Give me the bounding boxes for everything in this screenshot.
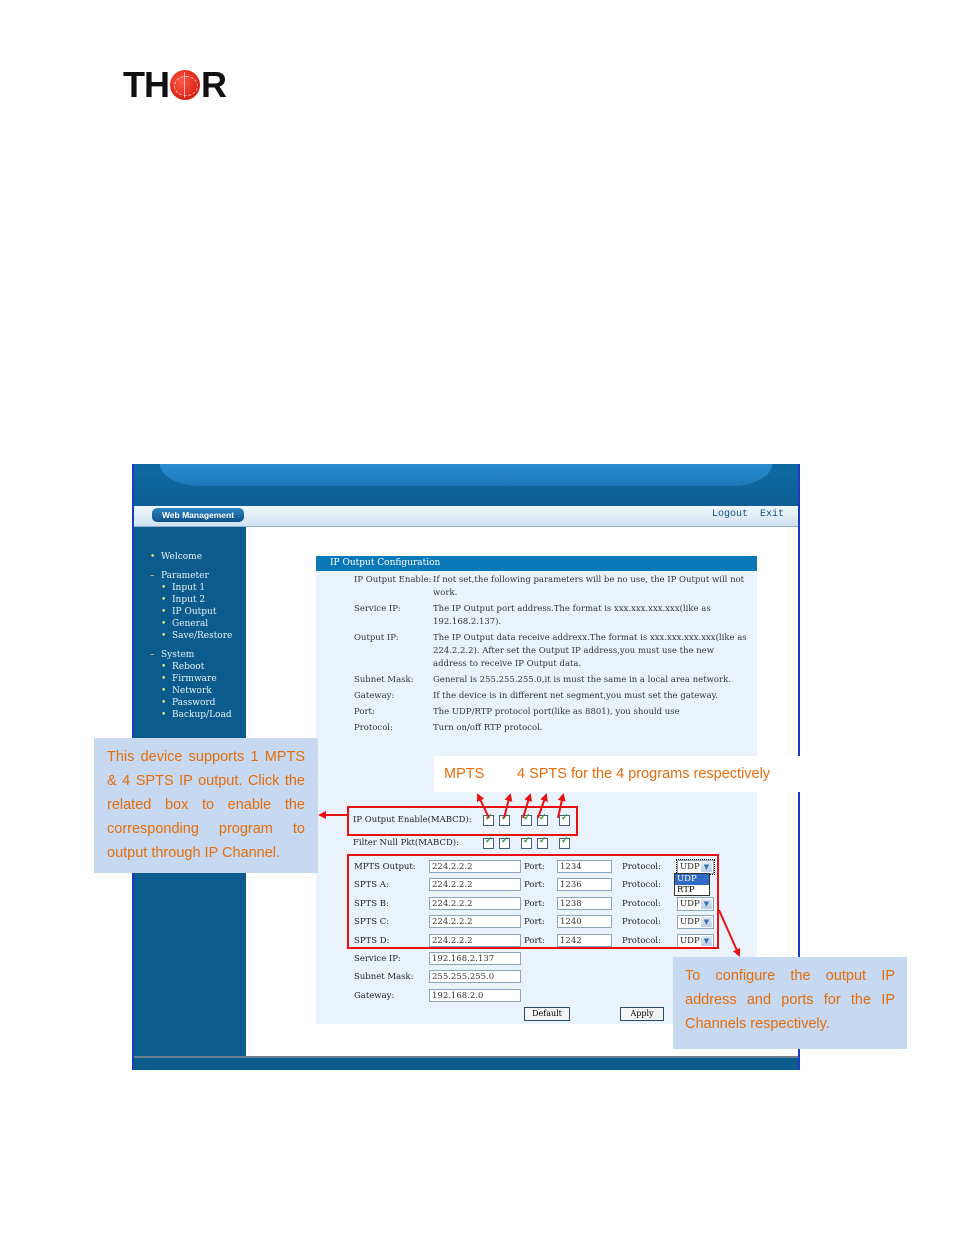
bullet-icon: • xyxy=(161,619,167,629)
bullet-icon: • xyxy=(161,698,167,708)
sidebar-item-welcome[interactable]: • Welcome xyxy=(150,551,232,563)
service-ip-input[interactable]: 192.168.2.137 xyxy=(429,952,521,965)
checkbox-filter-spts-c[interactable] xyxy=(537,836,548,849)
bullet-icon: • xyxy=(161,607,167,617)
help-label: Service IP: xyxy=(354,604,401,614)
enable-checkboxes-highlight xyxy=(347,806,578,836)
logo-text-r: R xyxy=(201,64,227,105)
collapse-icon: – xyxy=(150,650,155,660)
sidebar-item-ip-output[interactable]: • IP Output xyxy=(150,606,232,618)
sidebar-menu: • Welcome – Parameter • Input 1 • Input 2 • IP Ou… xyxy=(150,551,232,721)
sidebar-item-backup-load[interactable]: • Backup/Load xyxy=(150,709,232,721)
bullet-icon: • xyxy=(161,631,167,641)
sidebar-item-label: Backup/Load xyxy=(172,710,232,720)
help-label: Output IP: xyxy=(354,633,399,643)
gateway-input[interactable]: 192.168.2.0 xyxy=(429,989,521,1002)
filter-null-pkt-label: Filter Null Pkt(MABCD): xyxy=(353,838,459,848)
sidebar-item-save-restore[interactable]: • Save/Restore xyxy=(150,630,232,642)
sidebar-item-label: General xyxy=(172,619,209,629)
bullet-icon: • xyxy=(161,686,167,696)
sidebar-item-label: Parameter xyxy=(161,571,209,581)
help-description: The IP Output port address.The format is… xyxy=(433,604,711,627)
checkbox-filter-spts-b[interactable] xyxy=(521,836,532,849)
help-description: If the device is in different net segmen… xyxy=(433,691,718,701)
sidebar-item-label: Network xyxy=(172,686,212,696)
spts-callout: 4 SPTS for the 4 programs respectively xyxy=(509,756,807,792)
outputs-highlight xyxy=(347,854,719,949)
bullet-icon: • xyxy=(161,662,167,672)
collapse-icon: – xyxy=(150,571,155,581)
default-button[interactable]: Default xyxy=(524,1007,570,1021)
help-description: If not set,the following parameters will… xyxy=(433,575,745,598)
bullet-icon: • xyxy=(161,674,167,684)
gateway-row: Gateway: 192.168.2.0 xyxy=(354,988,521,1003)
help-row: Port: The UDP/RTP protocol port(like as 8… xyxy=(354,706,750,719)
top-nav-bar: Web Management Logout Exit xyxy=(134,506,798,527)
apply-button[interactable]: Apply xyxy=(620,1007,664,1021)
sidebar-item-input-2[interactable]: • Input 2 xyxy=(150,594,232,606)
sidebar-item-label: IP Output xyxy=(172,607,217,617)
service-ip-row: Service IP: 192.168.2.137 xyxy=(354,951,521,966)
enable-explanation-note: This device supports 1 MPTS & 4 SPTS IP … xyxy=(94,738,318,873)
help-row: Output IP: The IP Output data receive add… xyxy=(354,632,750,671)
help-label: Subnet Mask: xyxy=(354,675,414,685)
globe-icon xyxy=(170,70,200,100)
sidebar-item-label: Input 2 xyxy=(172,595,206,605)
sidebar-item-firmware[interactable]: • Firmware xyxy=(150,673,232,685)
help-row: IP Output Enable: If not set,the followin… xyxy=(354,574,750,600)
panel-title: IP Output Configuration xyxy=(316,556,757,571)
exit-link[interactable]: Exit xyxy=(760,509,784,520)
help-description: The IP Output data receive addrexx.The f… xyxy=(433,633,747,669)
service-ip-label: Service IP: xyxy=(354,953,401,964)
help-label: IP Output Enable: xyxy=(354,575,432,585)
bullet-icon: • xyxy=(150,552,156,562)
sidebar-item-reboot[interactable]: • Reboot xyxy=(150,661,232,673)
gateway-label: Gateway: xyxy=(354,990,395,1001)
checkbox-filter-spts-d[interactable] xyxy=(559,836,570,849)
checkbox-filter-spts-a[interactable] xyxy=(499,836,510,849)
help-row: Protocol: Turn on/off RTP protocol. xyxy=(354,722,750,735)
help-label: Port: xyxy=(354,707,375,717)
help-row: Subnet Mask: General is 255.255.255.0,it … xyxy=(354,674,750,687)
sidebar-item-system[interactable]: – System xyxy=(150,649,232,661)
mpts-callout: MPTS xyxy=(434,756,514,792)
sidebar-item-label: System xyxy=(161,650,195,660)
help-description: General is 255.255.255.0,it is must the … xyxy=(433,675,731,685)
sidebar-item-label: Save/Restore xyxy=(172,631,233,641)
sidebar-item-label: Password xyxy=(172,698,216,708)
bullet-icon: • xyxy=(161,710,167,720)
header-banner xyxy=(134,464,798,506)
filter-null-pkt-row: Filter Null Pkt(MABCD): xyxy=(353,833,575,853)
sidebar-item-input-1[interactable]: • Input 1 xyxy=(150,582,232,594)
footer-bar xyxy=(134,1056,798,1070)
logo-text-th: TH xyxy=(123,64,170,105)
subnet-mask-label: Subnet Mask: xyxy=(354,971,414,982)
help-label: Gateway: xyxy=(354,691,395,701)
help-text: IP Output Enable: If not set,the followin… xyxy=(354,574,750,738)
help-label: Protocol: xyxy=(354,723,393,733)
sidebar-item-label: Welcome xyxy=(161,552,203,562)
banner-arc xyxy=(160,464,772,486)
sidebar-item-network[interactable]: • Network xyxy=(150,685,232,697)
bullet-icon: • xyxy=(161,583,167,593)
bullet-icon: • xyxy=(161,595,167,605)
sidebar-item-label: Firmware xyxy=(172,674,217,684)
sidebar-item-label: Reboot xyxy=(172,662,205,672)
sidebar-item-general[interactable]: • General xyxy=(150,618,232,630)
thor-logo: TH R xyxy=(123,64,227,105)
help-description: The UDP/RTP protocol port(like as 8801),… xyxy=(433,707,680,717)
sidebar-item-password[interactable]: • Password xyxy=(150,697,232,709)
web-management-badge: Web Management xyxy=(152,508,244,522)
address-explanation-note: To configure the output IP address and p… xyxy=(673,957,907,1049)
help-row: Service IP: The IP Output port address.Th… xyxy=(354,603,750,629)
sidebar-item-parameter[interactable]: – Parameter xyxy=(150,570,232,582)
checkbox-filter-mpts[interactable] xyxy=(483,836,494,849)
sidebar-item-label: Input 1 xyxy=(172,583,206,593)
top-links: Logout Exit xyxy=(706,509,784,520)
help-description: Turn on/off RTP protocol. xyxy=(433,723,543,733)
help-row: Gateway: If the device is in different ne… xyxy=(354,690,750,703)
logout-link[interactable]: Logout xyxy=(712,509,748,520)
subnet-mask-row: Subnet Mask: 255.255.255.0 xyxy=(354,969,521,984)
subnet-mask-input[interactable]: 255.255.255.0 xyxy=(429,970,521,983)
